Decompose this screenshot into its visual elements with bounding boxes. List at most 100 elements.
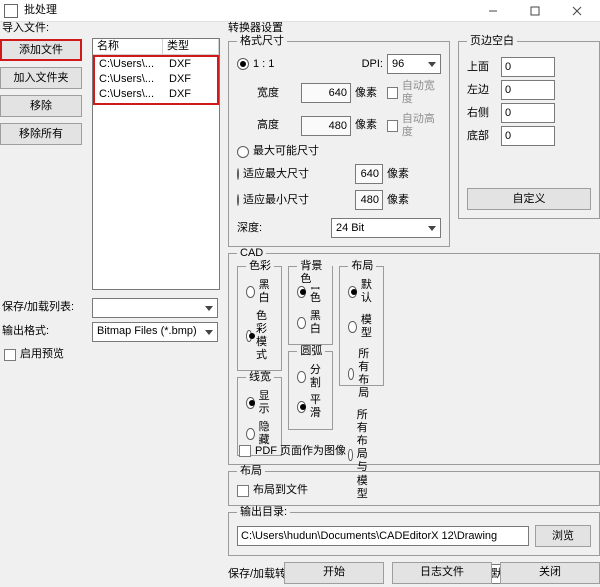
auto-width-checkbox[interactable]: 自动宽度: [387, 80, 441, 106]
arc-split-radio[interactable]: 分割: [297, 364, 324, 390]
margin-right-label: 右侧: [467, 107, 495, 120]
radio-icon: [237, 194, 239, 206]
pdf-page-image-checkbox[interactable]: PDF 页面作为图像: [239, 445, 346, 458]
enable-preview-checkbox[interactable]: 启用预览: [4, 348, 64, 361]
table-row[interactable]: C:\Users\...DXF: [95, 72, 217, 87]
layout-group-legend: 布局: [237, 465, 265, 478]
dpi-combo[interactable]: 96: [387, 54, 441, 74]
dpi-label: DPI:: [355, 58, 383, 71]
radio-icon: [237, 146, 249, 158]
file-list-header: 名称 类型: [93, 39, 219, 55]
col-name[interactable]: 名称: [93, 39, 163, 54]
save-load-list-label: 保存/加载列表:: [2, 301, 86, 314]
table-row[interactable]: C:\Users\...DXF: [95, 57, 217, 72]
checkbox-icon: [237, 485, 249, 497]
margin-top-label: 上面: [467, 61, 495, 74]
checkbox-icon: [239, 445, 251, 457]
arc-legend: 圆弧: [297, 345, 325, 358]
radio-icon: [246, 428, 255, 440]
radio-icon: [348, 368, 354, 380]
close-button[interactable]: [556, 0, 598, 22]
fit-min-field[interactable]: [355, 190, 383, 210]
lw-show-radio[interactable]: 显示: [246, 390, 273, 416]
save-load-list-combo[interactable]: [92, 298, 218, 318]
lw-hide-radio[interactable]: 隐藏: [246, 421, 273, 447]
width-field[interactable]: [301, 83, 351, 103]
radio-icon: [348, 286, 357, 298]
ratio-1-1-radio[interactable]: 1 : 1: [237, 58, 297, 71]
radio-icon: [297, 317, 306, 329]
height-label: 高度: [257, 119, 297, 132]
output-format-label: 输出格式:: [2, 325, 86, 338]
window-title: 批处理: [24, 4, 472, 17]
layout-to-file-checkbox[interactable]: 布局到文件: [237, 484, 591, 497]
depth-label: 深度:: [237, 222, 323, 235]
fit-min-radio[interactable]: 适应最小尺寸: [237, 194, 297, 207]
lineweight-legend: 线宽: [246, 371, 274, 384]
remove-all-button[interactable]: 移除所有: [0, 123, 82, 145]
margin-top-field[interactable]: [501, 57, 555, 77]
arc-smooth-radio[interactable]: 平滑: [297, 394, 324, 420]
table-row[interactable]: C:\Users\...DXF: [95, 87, 217, 102]
add-folder-button[interactable]: 加入文件夹: [0, 67, 82, 89]
margin-right-field[interactable]: [501, 103, 555, 123]
checkbox-icon: [387, 87, 398, 99]
log-file-button[interactable]: 日志文件: [392, 562, 492, 584]
col-type[interactable]: 类型: [163, 39, 219, 54]
radio-icon: [246, 397, 255, 409]
margin-bottom-label: 底部: [467, 130, 495, 143]
margin-left-label: 左边: [467, 84, 495, 97]
margin-left-field[interactable]: [501, 80, 555, 100]
close-dialog-button[interactable]: 关闭: [500, 562, 600, 584]
fit-max-radio[interactable]: 适应最大尺寸: [237, 168, 297, 181]
auto-height-checkbox[interactable]: 自动高度: [387, 113, 441, 139]
pdf-page-image-label: PDF 页面作为图像: [255, 445, 346, 458]
layout-all-radio[interactable]: 所有布局: [348, 348, 375, 401]
margin-bottom-field[interactable]: [501, 126, 555, 146]
height-field[interactable]: [301, 116, 351, 136]
custom-margins-button[interactable]: 自定义: [467, 188, 591, 210]
radio-icon: [348, 321, 357, 333]
output-format-combo[interactable]: Bitmap Files (*.bmp): [92, 322, 218, 342]
height-unit: 像素: [355, 119, 383, 132]
layout-to-file-label: 布局到文件: [253, 484, 308, 497]
file-rows-highlight: C:\Users\...DXF C:\Users\...DXF C:\Users…: [93, 55, 219, 105]
minimize-button[interactable]: [472, 0, 514, 22]
add-file-button[interactable]: 添加文件: [0, 39, 82, 61]
fit-min-unit: 像素: [387, 194, 441, 207]
max-possible-radio[interactable]: 最大可能尺寸: [237, 145, 441, 158]
format-size-legend: 格式尺寸: [237, 35, 287, 48]
color-mode-radio[interactable]: 色彩模式: [246, 310, 273, 363]
radio-icon: [348, 449, 352, 461]
color-bw-radio[interactable]: 黑白: [246, 279, 273, 305]
margins-legend: 页边空白: [467, 35, 517, 48]
converter-settings-label: 转换器设置: [228, 22, 283, 34]
file-list[interactable]: 名称 类型 C:\Users\...DXF C:\Users\...DXF C:…: [92, 38, 220, 290]
app-icon: [4, 4, 18, 18]
fit-max-field[interactable]: [355, 164, 383, 184]
radio-icon: [297, 371, 306, 383]
enable-preview-label: 启用预览: [20, 348, 64, 361]
radio-icon: [297, 286, 306, 298]
width-unit: 像素: [355, 87, 383, 100]
layout-default-radio[interactable]: 默认: [348, 279, 375, 305]
maximize-button[interactable]: [514, 0, 556, 22]
width-label: 宽度: [257, 87, 297, 100]
radio-icon: [246, 286, 255, 298]
remove-button[interactable]: 移除: [0, 95, 82, 117]
radio-icon: [246, 330, 252, 342]
browse-button[interactable]: 浏览: [535, 525, 591, 547]
checkbox-icon: [387, 120, 398, 132]
checkbox-icon: [4, 349, 16, 361]
bg-legend: 背景色: [297, 260, 332, 286]
fit-max-unit: 像素: [387, 168, 441, 181]
start-button[interactable]: 开始: [284, 562, 384, 584]
layout-model-radio[interactable]: 模型: [348, 314, 375, 340]
import-files-label: 导入文件:: [2, 22, 218, 35]
radio-icon: [237, 168, 239, 180]
output-dir-field[interactable]: [237, 526, 529, 546]
radio-icon: [297, 401, 306, 413]
cad-legend: CAD: [237, 247, 266, 260]
bg-black-radio[interactable]: 黑白: [297, 310, 324, 336]
depth-combo[interactable]: 24 Bit: [331, 218, 441, 238]
